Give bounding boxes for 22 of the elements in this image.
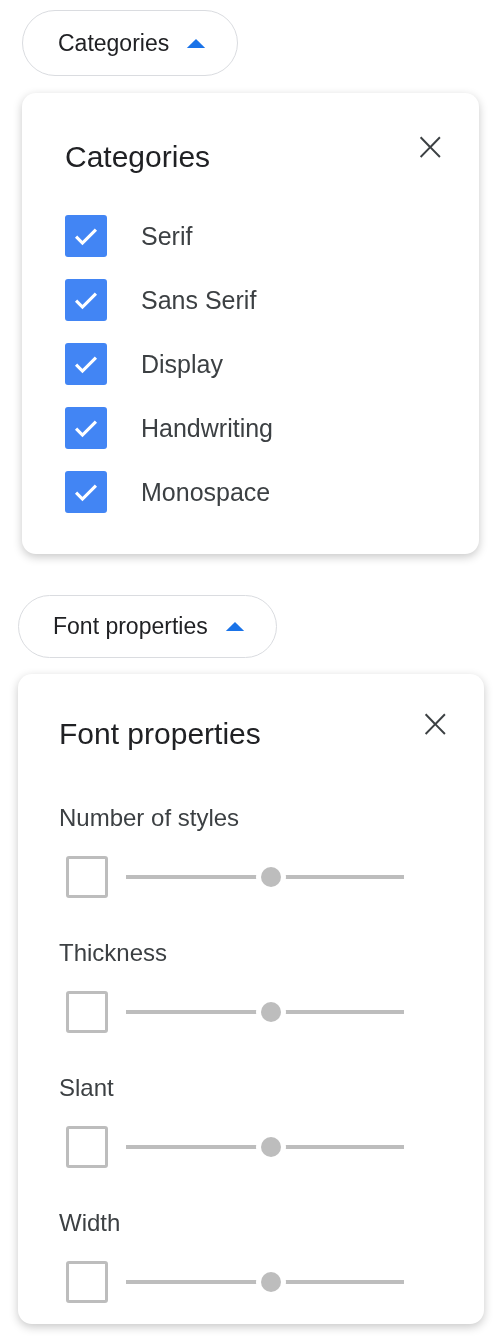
property-label: Number of styles xyxy=(59,803,241,833)
caret-icon xyxy=(185,37,208,49)
category-label: Sans Serif xyxy=(141,285,257,315)
category-label: Serif xyxy=(141,221,193,251)
category-label: Monospace xyxy=(141,477,271,507)
category-label: Display xyxy=(141,349,223,379)
property-label: Slant xyxy=(59,1073,115,1103)
panel-title: Categories xyxy=(65,140,211,174)
close-button[interactable]: × xyxy=(418,703,452,743)
filter-chip[interactable]: Font properties xyxy=(18,595,277,658)
panel-title: Font properties xyxy=(59,717,261,751)
filter-chip[interactable]: Categories xyxy=(22,10,239,76)
checkbox[interactable] xyxy=(65,279,107,321)
category-label: Handwriting xyxy=(141,413,273,443)
close-button[interactable]: × xyxy=(413,126,447,166)
checkbox[interactable] xyxy=(65,343,107,385)
checkbox[interactable] xyxy=(65,215,107,257)
property-label: Width xyxy=(59,1208,122,1238)
property-label: Thickness xyxy=(59,938,169,968)
caret-icon xyxy=(223,621,246,632)
checkbox[interactable] xyxy=(65,407,107,449)
checkbox[interactable] xyxy=(65,471,107,513)
